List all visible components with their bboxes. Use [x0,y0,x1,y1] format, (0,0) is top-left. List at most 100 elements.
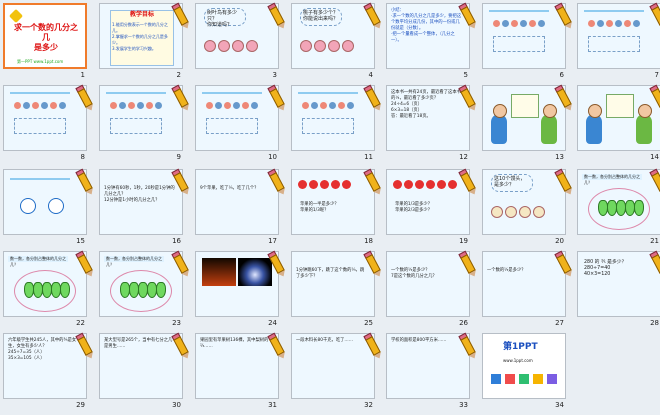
title-bar [584,10,644,12]
slide-text: 这本书一共有24页，最近看了这本书的¼，最近看了多少页？ 24÷4=6（页） 6… [391,90,463,120]
slide-number: 27 [555,319,564,327]
leaf-icon [634,200,644,216]
slide-cell[interactable]: 这本书一共有24页，最近看了这本书的¼，最近看了多少页？ 24÷4=6（页） 6… [386,85,480,167]
slide-thumbnail[interactable]: 1分钟跳60下，跳了这个数的⅓，跳了多少下？ [291,251,375,317]
slide-cell[interactable]: 树叶鸟有多少只？ 你知道吗？3 [195,3,289,85]
slide-cell[interactable]: 14 [577,85,660,167]
slide-cell[interactable]: 数一数，各分别占整体的几分之几？22 [3,251,97,333]
slide-cell[interactable]: 15 [3,169,97,251]
figure-icon [218,40,230,52]
slide-cell[interactable]: 9个苹果，吃了⅓，吃了几个？17 [195,169,289,251]
slide-number: 7 [655,71,659,79]
slide-text: 小结： ·求一个数的几分之几是多少，要把这个数平均分成几份，其中的一份或几份就是… [391,8,463,44]
slide-thumbnail[interactable] [577,85,660,151]
slide-thumbnail[interactable]: 果园里有苹果树136棵，其中梨树的⅔…… [195,333,279,399]
slide-thumbnail[interactable]: 这本书一共有24页，最近看了这本书的¼，最近看了多少页？ 24÷4=6（页） 6… [386,85,470,151]
slide-thumbnail[interactable]: 苹果的一半是多少？ 苹果的1/3呢？ [291,169,375,235]
slide-cell[interactable]: 求一个数的几分之几 是多少第一PPT www.1ppt.com1 [3,3,97,85]
slide-text: 求一个数的几分之几 是多少 [11,23,81,53]
slide-cell[interactable]: 13 [482,85,576,167]
slide-thumbnail[interactable]: 这10个馒头，是多少？ [482,169,566,235]
slide-cell[interactable]: 数一数，各分别占整体的几分之几？23 [99,251,193,333]
slide-thumbnail[interactable]: 1分钟有60秒，1秒。20秒是1分钟的几分之几？ 12分钟是1小时的几分之几？ [99,169,183,235]
slide-thumbnail[interactable]: 某大型号是265个，当中有七分之几是男生…… [99,333,183,399]
slide-cell[interactable]: 苹果的一半是多少？ 苹果的1/3呢？18 [291,169,385,251]
slide-cell[interactable]: 学校的面积是800平方米……33 [386,333,480,415]
slide-thumbnail[interactable] [195,85,279,151]
dot-icon [50,102,57,109]
slide-thumbnail[interactable]: 280 的 ⅗ 是多少？ 280÷7=40 40×3=120 [577,251,660,317]
slide-cell[interactable]: 一个数的⅓是多少？ 27 [482,251,576,333]
figure-icon [533,206,545,218]
slide-text: 数一数，各分别占整体的几分之几？ [584,174,644,186]
slide-cell[interactable]: 8 [3,85,97,167]
dot-icon [137,102,144,109]
dot-icon [215,102,222,109]
slide-thumbnail[interactable] [482,3,566,69]
slide-cell[interactable]: 9 [99,85,193,167]
title-bar [106,92,166,94]
slide-sorter-grid: 求一个数的几分之几 是多少第一PPT www.1ppt.com1教学目标1.能用… [0,0,660,410]
figure-icon [491,206,503,218]
shape-row [14,102,66,109]
dot-icon [493,20,500,27]
slide-thumbnail[interactable]: 数一数，各分别占整体的几分之几？ [3,251,87,317]
figure-icon [204,40,216,52]
slide-cell[interactable]: 7 [577,3,660,85]
slide-thumbnail[interactable]: 一个数的⅓是多少？ [482,251,566,317]
slide-cell[interactable]: 苹果的1/3是多少？ 苹果的2/3是多少？19 [386,169,480,251]
dot-icon [128,102,135,109]
dot-icon [633,20,640,27]
dot-icon [520,20,527,27]
slide-thumbnail[interactable]: 六年级学生共245人，其中的⅗是女生，女生有多少人？ 245÷7=35（人） 3… [3,333,87,399]
slide-thumbnail[interactable]: 求一个数的几分之几 是多少第一PPT www.1ppt.com [3,3,87,69]
slide-cell[interactable]: 一个数的⅓是多少？ 7是这个数的几分之几？26 [386,251,480,333]
slide-text: 1分钟跳60下，跳了这个数的⅓，跳了多少下？ [296,268,368,280]
dot-icon [624,20,631,27]
slide-thumbnail[interactable]: 第1PPTwww.1ppt.com [482,333,566,399]
slide-cell[interactable]: 一段木料长80千克，吃了……32 [291,333,385,415]
slide-cell[interactable]: 这10个馒头，是多少？20 [482,169,576,251]
slide-cell[interactable]: 六年级学生共245人，其中的⅗是女生，女生有多少人？ 245÷7=35（人） 3… [3,333,97,415]
slide-thumbnail[interactable]: 小结： ·求一个数的几分之几是多少，要把这个数平均分成几份，其中的一份或几份就是… [386,3,470,69]
slide-thumbnail[interactable] [577,3,660,69]
slide-cell[interactable]: 10 [195,85,289,167]
boy-head [543,104,557,118]
slide-number: 15 [76,237,85,245]
slide-thumbnail[interactable] [3,85,87,151]
slide-thumbnail[interactable]: 9个苹果，吃了⅓，吃了几个？ [195,169,279,235]
slide-cell[interactable]: 280 的 ⅗ 是多少？ 280÷7=40 40×3=12028 [577,251,660,333]
photo-earth [238,258,272,286]
slide-thumbnail[interactable]: 桃子有多少个？ 你能说出来吗？ [291,3,375,69]
slide-thumbnail[interactable] [3,169,87,235]
slide-cell[interactable]: 24 [195,251,289,333]
slide-thumbnail[interactable]: 树叶鸟有多少只？ 你知道吗？ [195,3,279,69]
slide-cell[interactable]: 数一数，各分别占整体的几分之几？21 [577,169,660,251]
slide-text: 280 的 ⅗ 是多少？ 280÷7=40 40×3=120 [584,260,654,278]
boy-figure [491,114,507,144]
answer-box [302,118,354,134]
slide-cell[interactable]: 1分钟跳60下，跳了这个数的⅓，跳了多少下？25 [291,251,385,333]
slide-cell[interactable]: 6 [482,3,576,85]
slide-thumbnail[interactable] [195,251,279,317]
slide-thumbnail[interactable]: 数一数，各分别占整体的几分之几？ [577,169,660,235]
slide-thumbnail[interactable]: 教学目标1.能用分数表示一个数的几分之几。 2.掌握求一个数的几分之几是多少。 … [99,3,183,69]
slide-cell[interactable]: 1分钟有60秒，1秒。20秒是1分钟的几分之几？ 12分钟是1小时的几分之几？1… [99,169,193,251]
slide-thumbnail[interactable]: 学校的面积是800平方米…… [386,333,470,399]
slide-cell[interactable]: 教学目标1.能用分数表示一个数的几分之几。 2.掌握求一个数的几分之几是多少。 … [99,3,193,85]
slide-thumbnail[interactable]: 一段木料长80千克，吃了…… [291,333,375,399]
slide-cell[interactable]: 果园里有苹果树136棵，其中梨树的⅔……31 [195,333,289,415]
slide-cell[interactable]: 第1PPTwww.1ppt.com34 [482,333,576,415]
slide-thumbnail[interactable]: 一个数的⅓是多少？ 7是这个数的几分之几？ [386,251,470,317]
slide-thumbnail[interactable]: 苹果的1/3是多少？ 苹果的2/3是多少？ [386,169,470,235]
slide-thumbnail[interactable] [482,85,566,151]
slide-thumbnail[interactable] [99,85,183,151]
slide-cell[interactable]: 小结： ·求一个数的几分之几是多少，要把这个数平均分成几份，其中的一份或几份就是… [386,3,480,85]
slide-thumbnail[interactable] [291,85,375,151]
slide-cell[interactable]: 桃子有多少个？ 你能说出来吗？4 [291,3,385,85]
slide-cell[interactable]: 某大型号是265个，当中有七分之几是男生……30 [99,333,193,415]
figure-icon [300,40,312,52]
slide-thumbnail[interactable]: 数一数，各分别占整体的几分之几？ [99,251,183,317]
slide-cell[interactable]: 11 [291,85,385,167]
shape-row [206,102,258,109]
